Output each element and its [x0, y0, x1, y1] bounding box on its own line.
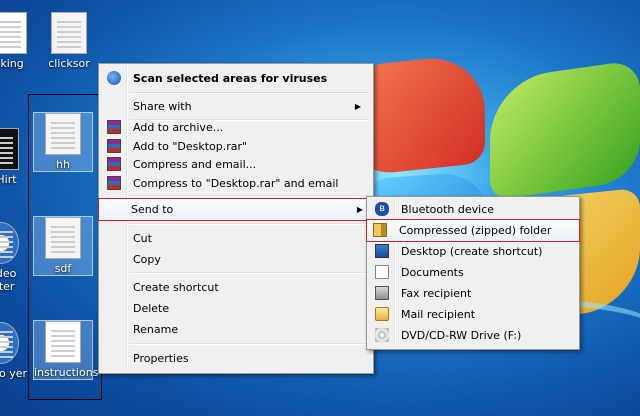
desktop-icon-clicksor[interactable]: clicksor	[40, 12, 98, 70]
menu-item-add-to-archive[interactable]: Add to archive...	[101, 117, 371, 138]
menu-item-scan-viruses[interactable]: Scan selected areas for viruses	[101, 68, 371, 89]
winrar-icon	[107, 157, 121, 171]
desktop-icon-video-player[interactable]: Video yer	[0, 322, 30, 380]
video-app-icon	[0, 222, 19, 264]
dvd-drive-icon	[375, 328, 389, 342]
menu-item-delete[interactable]: Delete	[101, 298, 371, 319]
menu-item-copy[interactable]: Copy	[101, 249, 371, 270]
send-to-mail-recipient[interactable]: Mail recipient	[369, 304, 577, 325]
menu-item-create-shortcut[interactable]: Create shortcut	[101, 277, 371, 298]
selection-rectangle	[28, 94, 102, 400]
send-to-dvd-drive[interactable]: DVD/CD-RW Drive (F:)	[369, 325, 577, 346]
menu-item-rename[interactable]: Rename	[101, 319, 371, 340]
fax-icon	[375, 286, 389, 300]
submenu-arrow-icon: ▶	[354, 102, 361, 111]
menu-item-compress-to-desktop-rar-and-email[interactable]: Compress to "Desktop.rar" and email	[101, 173, 371, 194]
mail-icon	[375, 307, 389, 321]
send-to-desktop-create-shortcut[interactable]: Desktop (create shortcut)	[369, 241, 577, 262]
send-to-submenu: ʙ Bluetooth device Compressed (zipped) f…	[366, 196, 580, 350]
menu-item-send-to[interactable]: Send to ▶	[98, 198, 374, 221]
desktop-icon-cking[interactable]: cking	[0, 12, 38, 70]
menu-item-compress-and-email[interactable]: Compress and email...	[101, 154, 371, 175]
desktop-icon-video-converter[interactable]: Video erter	[0, 222, 30, 293]
windows-logo-green-pane	[490, 59, 640, 201]
winrar-icon	[107, 139, 121, 153]
winrar-icon	[107, 120, 121, 134]
desktop-icon-shirt[interactable]: -SHirt	[0, 128, 30, 186]
shield-icon	[107, 71, 121, 85]
video-app-icon	[0, 322, 19, 364]
context-menu: Scan selected areas for viruses Share wi…	[98, 63, 374, 374]
menu-item-cut[interactable]: Cut	[101, 228, 371, 249]
image-file-icon	[0, 128, 19, 170]
send-to-compressed-zipped-folder[interactable]: Compressed (zipped) folder	[366, 219, 580, 242]
zip-folder-icon	[373, 223, 387, 237]
menu-separator	[129, 92, 369, 94]
menu-separator	[129, 195, 369, 197]
text-file-icon	[51, 12, 87, 54]
send-to-documents[interactable]: Documents	[369, 262, 577, 283]
menu-item-share-with[interactable]: Share with ▶	[101, 96, 371, 117]
menu-item-properties[interactable]: Properties	[101, 348, 371, 369]
menu-separator	[129, 223, 369, 225]
no-sign-icon	[0, 12, 27, 54]
submenu-arrow-icon: ▶	[356, 205, 363, 214]
send-to-bluetooth-device[interactable]: ʙ Bluetooth device	[369, 199, 577, 220]
desktop-icon	[375, 244, 389, 258]
menu-separator	[129, 343, 369, 345]
documents-icon	[375, 265, 389, 279]
send-to-fax-recipient[interactable]: Fax recipient	[369, 283, 577, 304]
bluetooth-icon: ʙ	[375, 202, 389, 216]
menu-separator	[129, 272, 369, 274]
winrar-icon	[107, 176, 121, 190]
